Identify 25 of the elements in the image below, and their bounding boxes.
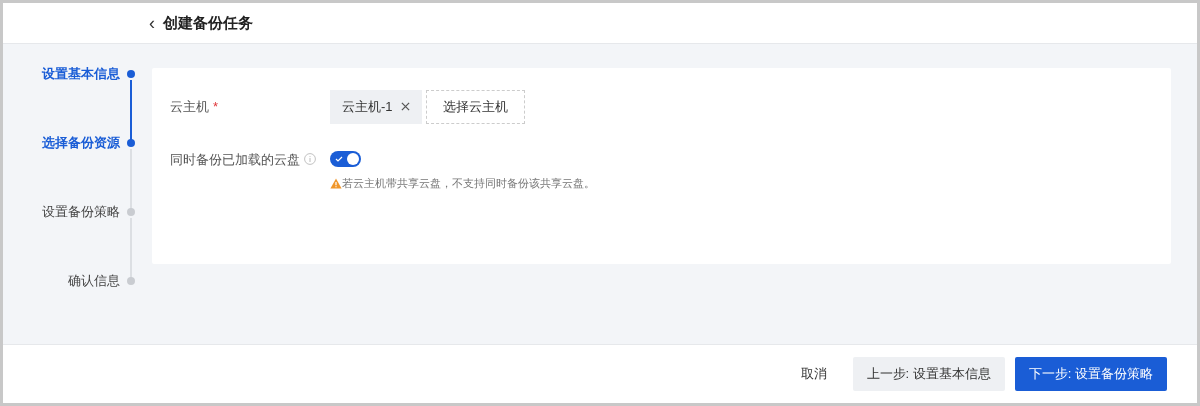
step-dot	[127, 139, 135, 147]
step-dot	[127, 208, 135, 216]
step-dot	[127, 70, 135, 78]
warning-text: 若云主机带共享云盘，不支持同时备份该共享云盘。	[342, 176, 595, 191]
close-icon[interactable]	[400, 102, 410, 112]
select-host-button[interactable]: 选择云主机	[425, 90, 525, 124]
step-label[interactable]: 选择备份资源	[42, 133, 120, 153]
field-label: 云主机	[170, 99, 209, 114]
next-step-button[interactable]: 下一步: 设置备份策略	[1014, 357, 1167, 391]
step-label[interactable]: 确认信息	[68, 271, 120, 291]
step-label[interactable]: 设置基本信息	[42, 64, 120, 84]
toggle-switch[interactable]	[330, 151, 361, 168]
info-icon	[304, 153, 316, 166]
previous-step-button[interactable]: 上一步: 设置基本信息	[852, 357, 1005, 391]
check-icon	[335, 155, 343, 164]
step-connector	[130, 80, 132, 141]
field-label: 同时备份已加载的云盘	[170, 150, 300, 169]
cancel-button[interactable]: 取消	[790, 358, 837, 390]
warning-icon	[330, 177, 342, 189]
required-asterisk: *	[213, 99, 219, 114]
host-tag: 云主机-1	[330, 90, 422, 124]
page-title: 创建备份任务	[163, 12, 253, 33]
back-link[interactable]: ‹	[149, 14, 155, 32]
step-label[interactable]: 设置备份策略	[42, 202, 120, 222]
step-dot	[127, 277, 135, 285]
